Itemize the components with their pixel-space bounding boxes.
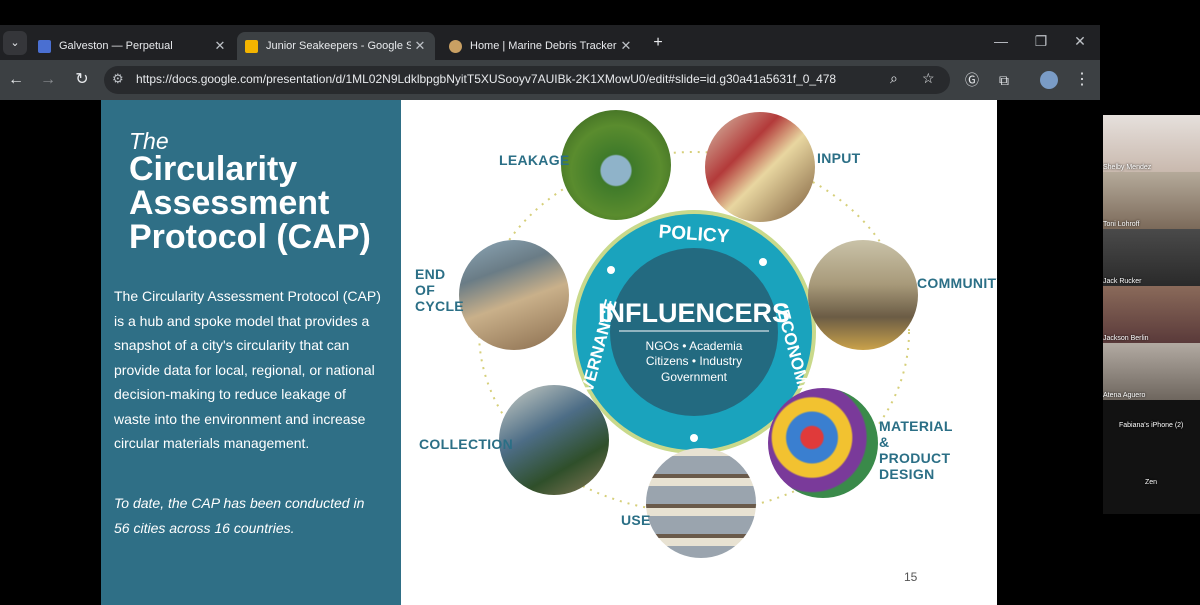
participant-tile[interactable]: Zen <box>1103 457 1200 514</box>
slide-left-panel: The Circularity Assessment Protocol (CAP… <box>101 100 401 605</box>
participant-tile[interactable]: Jackson Berlin <box>1103 286 1200 343</box>
slides-favicon-icon <box>245 39 258 53</box>
center-title: INFLUENCERS <box>598 298 790 328</box>
extensions-puzzle-icon[interactable]: ⧉ <box>992 68 1016 92</box>
video-participants-panel: Shelby Mendez Toni Lohroff Jack Rucker J… <box>1103 115 1200 514</box>
spoke-label-material-product-design: MATERIAL & PRODUCT DESIGN <box>879 418 953 482</box>
participant-tile[interactable]: Jack Rucker <box>1103 229 1200 286</box>
tab-title: Galveston — Perpetual <box>59 40 173 52</box>
center-line-3: Government <box>661 370 728 384</box>
restore-icon[interactable]: ❐ <box>1026 33 1056 50</box>
cap-stats-note: To date, the CAP has been conducted in 5… <box>114 495 365 536</box>
spoke-label-input: INPUT <box>817 150 861 166</box>
participant-tile[interactable]: Shelby Mendez <box>1103 115 1200 172</box>
participant-tile[interactable]: Toni Lohroff <box>1103 172 1200 229</box>
slide-title: Circularity Assessment Protocol (CAP) <box>129 150 371 256</box>
participant-name: Shelby Mendez <box>1103 164 1152 171</box>
tab-galveston[interactable]: Galveston — Perpetual ✕ <box>30 32 235 60</box>
ring-dot <box>607 266 615 274</box>
spoke-label-leakage: LEAKAGE <box>499 152 570 168</box>
center-hub <box>610 248 778 416</box>
participant-name: Atena Aguero <box>1103 392 1146 399</box>
ring-dot <box>690 434 698 442</box>
participant-name: Toni Lohroff <box>1103 221 1140 228</box>
profile-avatar-icon[interactable] <box>1040 71 1058 89</box>
cap-description: The Circularity Assessment Protocol (CAP… <box>114 288 381 451</box>
input-photo <box>705 112 815 222</box>
center-line-2: Citizens • Industry <box>646 354 742 368</box>
bookmark-star-icon[interactable]: ☆ <box>922 70 935 87</box>
ring-dot <box>759 258 767 266</box>
close-tab-icon[interactable]: ✕ <box>411 38 429 54</box>
tab-title: Home | Marine Debris Tracker <box>470 40 617 52</box>
tab-marine-debris-tracker[interactable]: Home | Marine Debris Tracker ✕ <box>441 32 641 60</box>
new-tab-plus-icon[interactable]: + <box>646 31 670 55</box>
slide-page-number: 15 <box>904 570 918 584</box>
url-text: https://docs.google.com/presentation/d/1… <box>136 72 837 86</box>
grammarly-icon[interactable]: Ⓖ <box>960 68 984 92</box>
back-arrow-icon[interactable]: ← <box>4 68 28 92</box>
community-photo <box>808 240 918 350</box>
tab-search-chevron-icon[interactable]: ⌄ <box>3 31 27 55</box>
collection-photo <box>499 385 609 495</box>
close-tab-icon[interactable]: ✕ <box>617 38 635 54</box>
close-window-icon[interactable]: ✕ <box>1065 33 1095 50</box>
tab-title: Junior Seakeepers - Google Slid <box>266 40 411 52</box>
participant-name: Zen <box>1145 479 1158 486</box>
participant-name: Jackson Berlin <box>1103 335 1149 342</box>
participant-name: Fabiana's iPhone (2) <box>1119 422 1184 429</box>
address-bar[interactable]: ⚙ https://docs.google.com/presentation/d… <box>104 66 950 94</box>
participant-name: Jack Rucker <box>1103 278 1142 285</box>
zoom-icon[interactable]: ⌕ <box>890 70 898 87</box>
end-of-cycle-photo <box>459 240 569 350</box>
reload-icon[interactable]: ↻ <box>70 68 94 92</box>
presentation-slide: The Circularity Assessment Protocol (CAP… <box>101 100 997 605</box>
leakage-photo <box>561 110 671 220</box>
participant-tile[interactable]: Fabiana's iPhone (2) <box>1103 400 1200 457</box>
close-tab-icon[interactable]: ✕ <box>211 38 229 54</box>
spoke-label-collection: COLLECTION <box>419 436 513 452</box>
forward-arrow-icon[interactable]: → <box>36 68 60 92</box>
spoke-label-use: USE <box>621 512 651 528</box>
participant-tile[interactable]: Atena Aguero <box>1103 343 1200 400</box>
spoke-label-end-of-cycle: END OF CYCLE <box>415 266 464 314</box>
material-design-photo <box>768 388 878 498</box>
minimize-icon[interactable]: — <box>986 33 1016 49</box>
calendar-favicon-icon <box>38 39 51 53</box>
use-photo <box>646 448 756 558</box>
debris-tracker-favicon-icon <box>449 39 462 53</box>
more-menu-icon[interactable]: ⋮ <box>1070 68 1094 92</box>
tab-junior-seakeepers[interactable]: Junior Seakeepers - Google Slid ✕ <box>237 32 435 60</box>
site-settings-icon[interactable]: ⚙ <box>112 71 124 87</box>
center-line-1: NGOs • Academia <box>646 339 743 353</box>
spoke-label-community: COMMUNITY <box>917 275 997 291</box>
